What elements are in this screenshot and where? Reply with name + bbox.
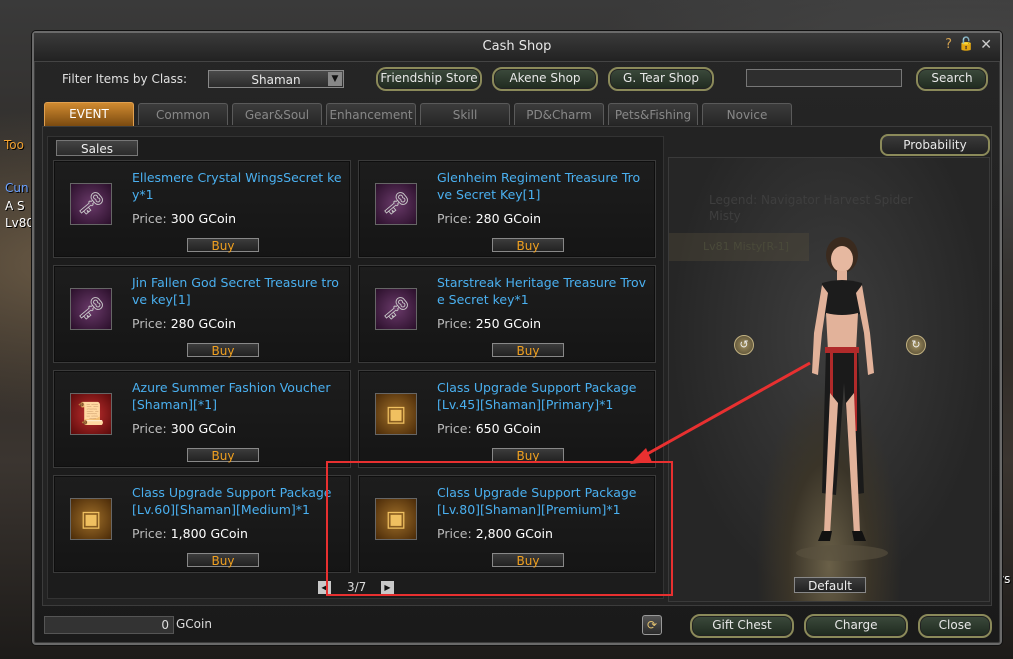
price-label: Price: xyxy=(132,211,167,226)
buy-button[interactable]: Buy xyxy=(187,238,259,253)
g-tear-shop-button[interactable]: G. Tear Shop xyxy=(608,67,714,91)
item-price: 300 GCoin xyxy=(170,211,236,226)
key-icon[interactable]: 🗝 xyxy=(70,183,112,225)
item-card: 🗝 Ellesmere Crystal WingsSecret key*1 Pr… xyxy=(53,160,351,258)
prev-page-button[interactable]: ◀ xyxy=(318,581,331,594)
chest-icon[interactable]: ▣ xyxy=(375,393,417,435)
price-label: Price: xyxy=(437,526,472,541)
price-label: Price: xyxy=(132,316,167,331)
key-icon[interactable]: 🗝 xyxy=(375,288,417,330)
price-label: Price: xyxy=(132,526,167,541)
help-icon[interactable]: ? xyxy=(945,37,952,53)
faded-preview-text: Legend: Navigator Harvest Spider Misty xyxy=(709,193,913,223)
tab-gear-soul[interactable]: Gear&Soul xyxy=(232,103,322,125)
chest-icon[interactable]: ▣ xyxy=(375,498,417,540)
class-filter-value: Shaman xyxy=(251,73,301,87)
item-price: 300 GCoin xyxy=(170,421,236,436)
item-card: 📜 Azure Summer Fashion Voucher[Shaman][*… xyxy=(53,370,351,468)
buy-button[interactable]: Buy xyxy=(492,343,564,358)
window-title: Cash Shop xyxy=(482,39,552,54)
title-bar[interactable]: Cash Shop ? 🔓 ✕ xyxy=(34,33,1000,62)
item-price: 1,800 GCoin xyxy=(170,526,248,541)
item-name: Azure Summer Fashion Voucher[Shaman][*1] xyxy=(132,380,331,412)
item-price: 280 GCoin xyxy=(170,316,236,331)
item-card: ▣ Class Upgrade Support Package[Lv.45][S… xyxy=(358,370,656,468)
buy-button[interactable]: Buy xyxy=(187,448,259,463)
akene-shop-button[interactable]: Akene Shop xyxy=(492,67,598,91)
item-name: Class Upgrade Support Package[Lv.80][Sha… xyxy=(437,485,637,517)
next-page-button[interactable]: ▶ xyxy=(381,581,394,594)
item-card: 🗝 Starstreak Heritage Treasure Trove Sec… xyxy=(358,265,656,363)
probability-inquiry-button[interactable]: Probability Inquiry xyxy=(880,134,990,170)
buy-button[interactable]: Buy xyxy=(187,553,259,568)
chevron-down-icon[interactable]: ▼ xyxy=(328,72,342,86)
class-filter-select[interactable]: Shaman ▼ xyxy=(208,70,344,88)
item-name: Glenheim Regiment Treasure Trove Secret … xyxy=(437,170,641,202)
friendship-store-button[interactable]: Friendship Store xyxy=(376,67,482,91)
gcoin-label: GCoin xyxy=(176,617,212,631)
item-price: 650 GCoin xyxy=(475,421,541,436)
character-model xyxy=(796,237,888,561)
item-name: Ellesmere Crystal WingsSecret key*1 xyxy=(132,170,342,202)
search-button[interactable]: Search xyxy=(916,67,988,91)
item-name: Class Upgrade Support Package[Lv.45][Sha… xyxy=(437,380,637,412)
faded-preview-bar: Lv81 Misty[R-1] xyxy=(669,233,809,261)
tab-enhancement[interactable]: Enhancement xyxy=(326,103,416,125)
bg-chat-text-1: Too xyxy=(4,138,24,152)
bg-chat-text-4: Lv80 xyxy=(5,216,35,230)
item-name: Starstreak Heritage Treasure Trove Secre… xyxy=(437,275,647,307)
item-card: ▣ Class Upgrade Support Package[Lv.60][S… xyxy=(53,475,351,573)
bg-chat-text-3: A S xyxy=(5,199,25,213)
tab-skill[interactable]: Skill xyxy=(420,103,510,125)
buy-button[interactable]: Buy xyxy=(492,238,564,253)
buy-button[interactable]: Buy xyxy=(492,553,564,568)
item-card: 🗝 Glenheim Regiment Treasure Trove Secre… xyxy=(358,160,656,258)
price-label: Price: xyxy=(437,316,472,331)
gcoin-balance: 0 xyxy=(44,616,174,634)
rotate-right-icon[interactable]: ↻ xyxy=(906,335,926,355)
price-label: Price: xyxy=(437,421,472,436)
close-button[interactable]: Close xyxy=(918,614,992,638)
buy-button[interactable]: Buy xyxy=(492,448,564,463)
item-price: 280 GCoin xyxy=(475,211,541,226)
item-card: 🗝 Jin Fallen God Secret Treasure trove k… xyxy=(53,265,351,363)
item-name: Class Upgrade Support Package[Lv.60][Sha… xyxy=(132,485,332,517)
item-card: ▣ Class Upgrade Support Package[Lv.80][S… xyxy=(358,475,656,573)
tab-pd-charm[interactable]: PD&Charm xyxy=(514,103,604,125)
charge-button[interactable]: Charge xyxy=(804,614,908,638)
key-icon[interactable]: 🗝 xyxy=(375,183,417,225)
voucher-icon[interactable]: 📜 xyxy=(70,393,112,435)
item-price: 250 GCoin xyxy=(475,316,541,331)
chest-icon[interactable]: ▣ xyxy=(70,498,112,540)
default-button[interactable]: Default xyxy=(794,577,866,593)
close-icon[interactable]: ✕ xyxy=(980,37,992,53)
search-input[interactable] xyxy=(746,69,902,87)
price-label: Price: xyxy=(132,421,167,436)
gift-chest-button[interactable]: Gift Chest xyxy=(690,614,794,638)
key-icon[interactable]: 🗝 xyxy=(70,288,112,330)
bg-chat-text-2: Cun xyxy=(5,181,29,195)
filter-label: Filter Items by Class: xyxy=(62,72,188,86)
page-indicator: 3/7 xyxy=(347,580,367,594)
item-price: 2,800 GCoin xyxy=(475,526,553,541)
tab-event[interactable]: EVENT xyxy=(44,102,134,126)
rotate-left-icon[interactable]: ↺ xyxy=(734,335,754,355)
cash-shop-window: Cash Shop ? 🔓 ✕ Filter Items by Class: S… xyxy=(32,31,1002,645)
lock-icon[interactable]: 🔓 xyxy=(958,37,974,53)
buy-button[interactable]: Buy xyxy=(187,343,259,358)
sales-subtab[interactable]: Sales xyxy=(56,140,138,156)
tab-common[interactable]: Common xyxy=(138,103,228,125)
price-label: Price: xyxy=(437,211,472,226)
tab-novice[interactable]: Novice xyxy=(702,103,792,125)
item-name: Jin Fallen God Secret Treasure trove key… xyxy=(132,275,339,307)
refresh-icon[interactable]: ⟳ xyxy=(642,615,662,635)
tab-pets-fishing[interactable]: Pets&Fishing xyxy=(608,103,698,125)
